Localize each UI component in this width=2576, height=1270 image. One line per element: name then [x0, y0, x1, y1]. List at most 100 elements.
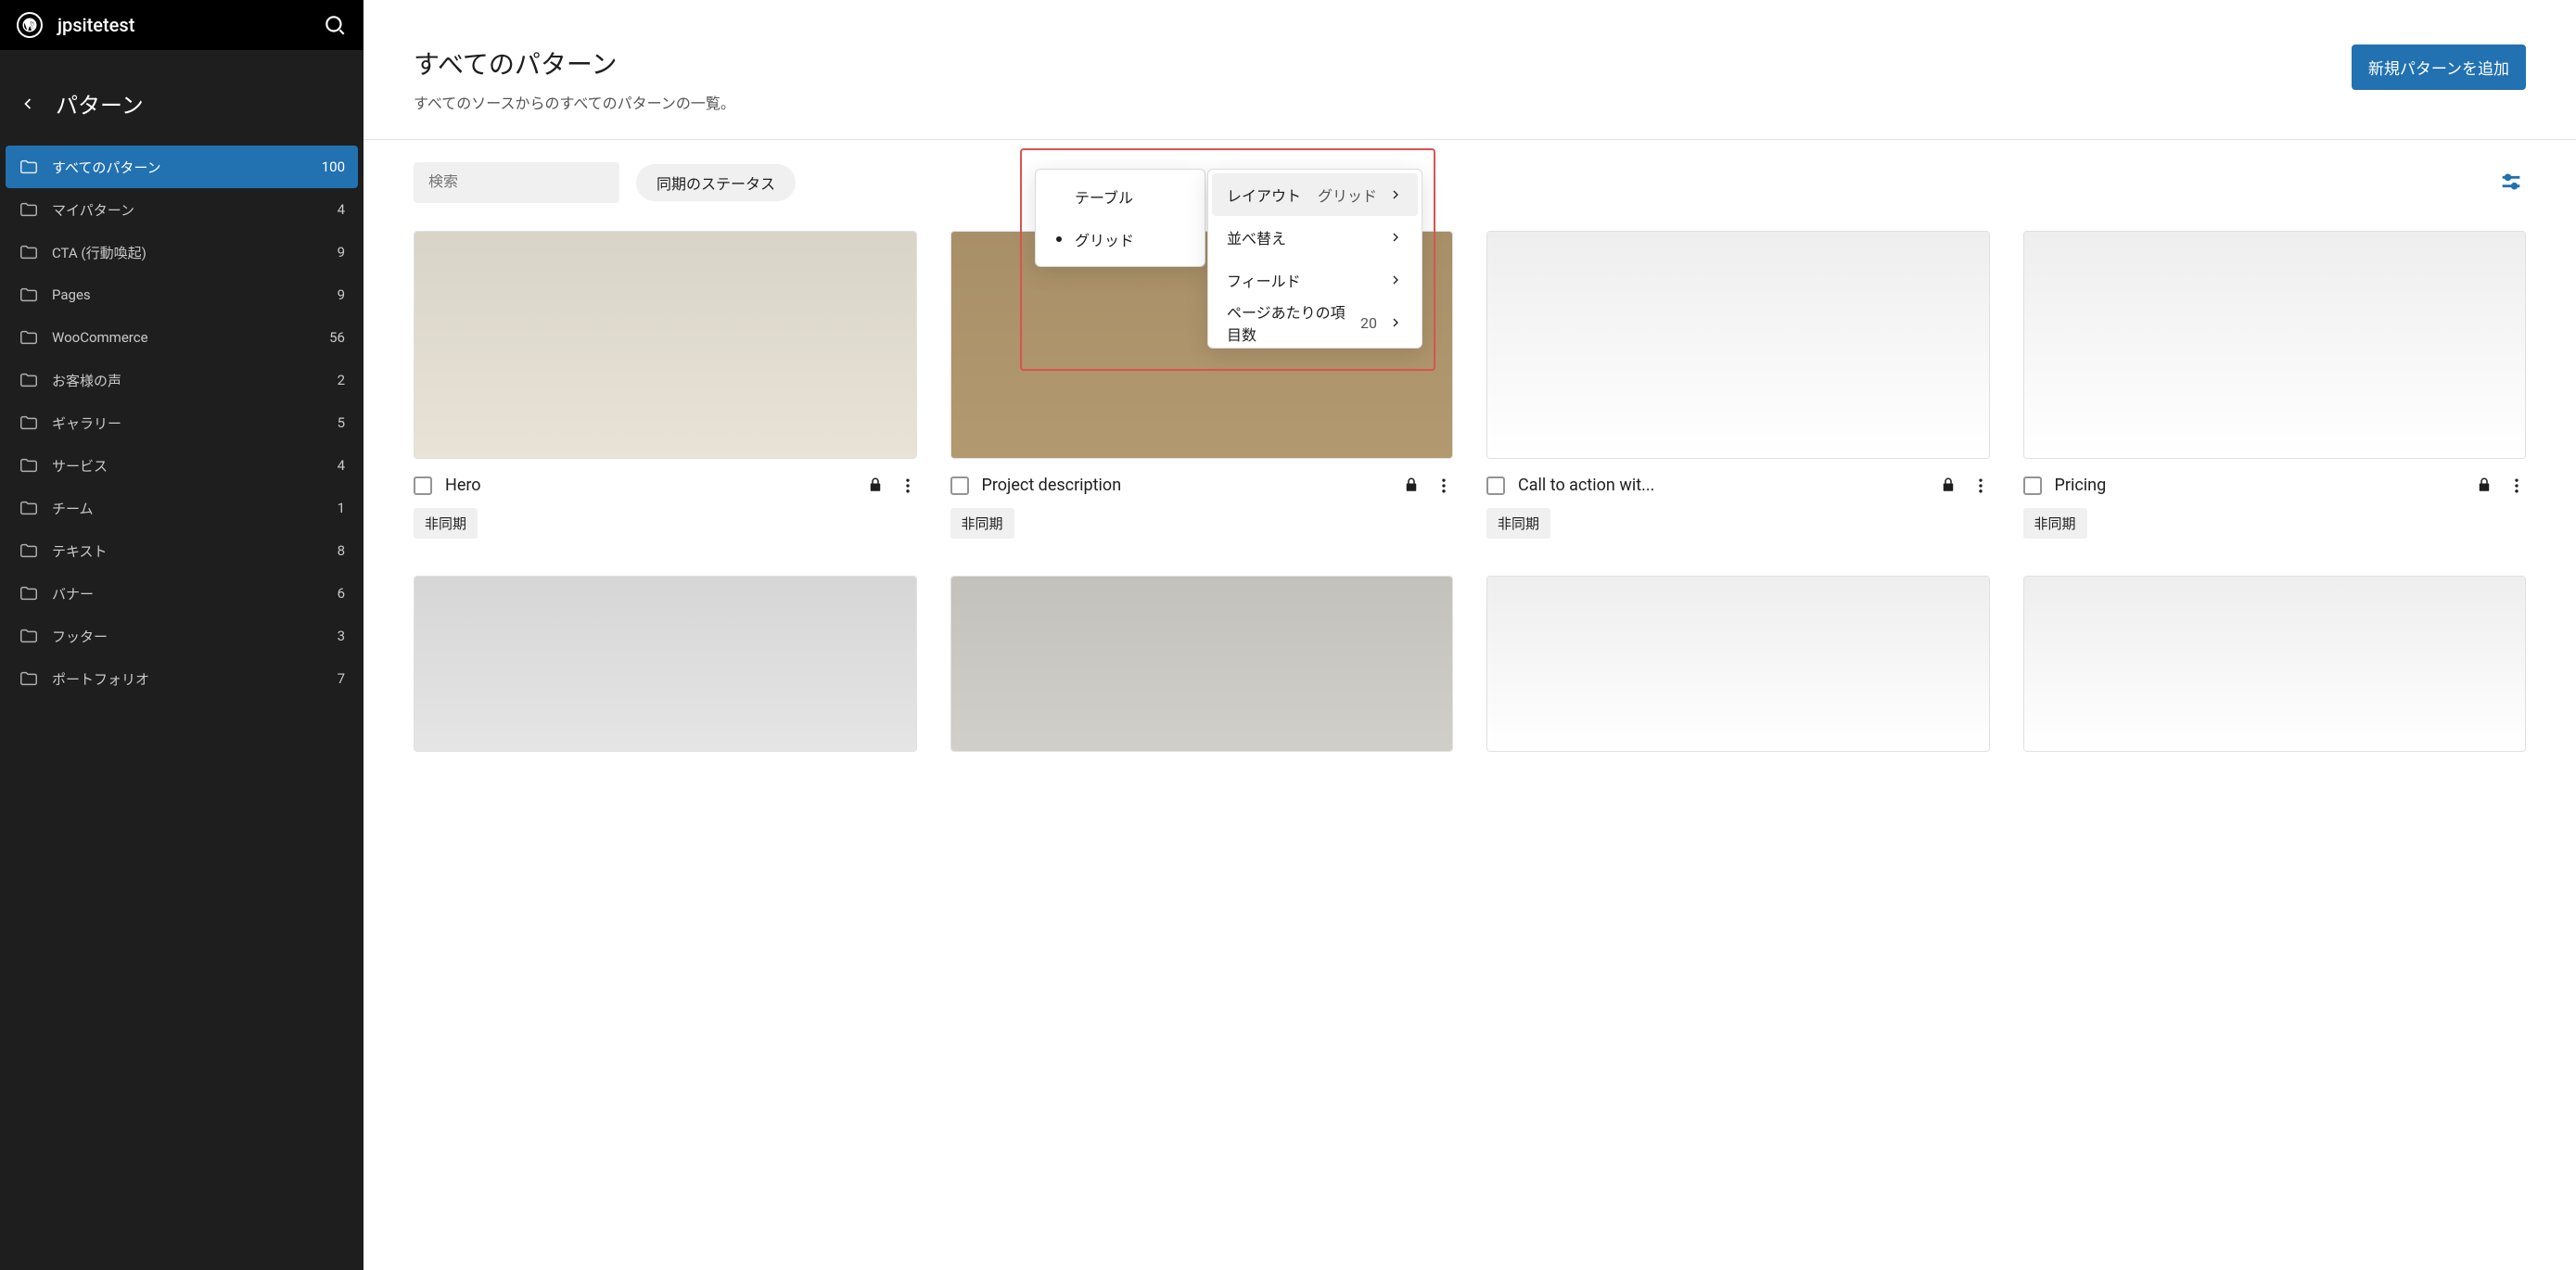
sidebar-item-count: 3 — [338, 628, 345, 644]
sidebar-item-label: CTA (行動喚起) — [52, 243, 325, 262]
sidebar-item-10[interactable]: バナー 6 — [0, 572, 363, 615]
pattern-thumbnail[interactable] — [1486, 231, 1990, 459]
sidebar-item-count: 6 — [338, 585, 345, 602]
page-subtitle: すべてのソースからのすべてのパターンの一覧。 — [414, 91, 2352, 113]
sidebar-item-label: Pages — [52, 286, 325, 303]
sync-badge: 非同期 — [950, 508, 1014, 539]
pattern-thumbnail[interactable] — [2023, 576, 2527, 752]
folder-icon — [19, 157, 39, 177]
chevron-right-icon — [1388, 187, 1403, 202]
sidebar-item-count: 4 — [338, 201, 345, 218]
pattern-title[interactable]: Call to action wit... — [1518, 476, 1927, 495]
pattern-card — [414, 576, 917, 752]
chevron-right-icon — [1388, 315, 1403, 330]
pattern-card — [2023, 576, 2527, 752]
sync-status-filter[interactable]: 同期のステータス — [636, 164, 796, 201]
sync-badge: 非同期 — [2023, 508, 2087, 539]
sidebar-item-label: WooCommerce — [52, 329, 316, 346]
sidebar-item-count: 56 — [329, 329, 345, 346]
pattern-title[interactable]: Project description — [982, 476, 1391, 495]
pattern-thumbnail[interactable] — [950, 576, 1454, 752]
sidebar-item-label: ギャラリー — [52, 413, 325, 433]
pattern-thumbnail[interactable] — [2023, 231, 2527, 459]
more-actions-button[interactable] — [899, 476, 917, 495]
sidebar-item-label: マイパターン — [52, 200, 325, 220]
sidebar-item-label: お客様の声 — [52, 371, 325, 390]
pattern-thumbnail[interactable] — [414, 576, 917, 752]
sidebar-item-count: 7 — [338, 670, 345, 687]
lock-icon — [867, 476, 886, 495]
folder-icon — [19, 626, 39, 646]
add-pattern-button[interactable]: 新規パターンを追加 — [2352, 44, 2526, 90]
view-options-menu: レイアウト グリッド 並べ替え フィールド ページあたりの項目数 20 — [1207, 169, 1422, 349]
pattern-card: Hero非同期 — [414, 231, 917, 539]
sidebar-item-2[interactable]: CTA (行動喚起) 9 — [0, 231, 363, 273]
menu-fields[interactable]: フィールド — [1212, 259, 1418, 301]
site-name[interactable]: jpsitetest — [57, 14, 308, 36]
more-actions-button[interactable] — [1971, 476, 1990, 495]
selected-dot-icon — [1056, 236, 1062, 242]
sidebar-item-12[interactable]: ポートフォリオ 7 — [0, 657, 363, 700]
folder-icon — [19, 199, 39, 220]
view-options-button[interactable] — [2498, 169, 2526, 197]
lock-icon — [1403, 476, 1422, 495]
search-icon[interactable] — [323, 13, 347, 37]
sidebar-item-label: フッター — [52, 627, 325, 646]
sidebar-item-count: 9 — [338, 244, 345, 260]
sidebar-item-4[interactable]: WooCommerce 56 — [0, 316, 363, 359]
layout-option-grid[interactable]: グリッド — [1036, 218, 1205, 260]
pattern-title[interactable]: Pricing — [2055, 476, 2464, 495]
sidebar-item-7[interactable]: サービス 4 — [0, 444, 363, 487]
pattern-thumbnail[interactable] — [1486, 576, 1990, 752]
pattern-thumbnail[interactable] — [414, 231, 917, 459]
pattern-title[interactable]: Hero — [445, 476, 854, 495]
sidebar-item-11[interactable]: フッター 3 — [0, 615, 363, 657]
folder-icon — [19, 455, 39, 476]
sidebar-item-label: チーム — [52, 499, 325, 518]
folder-icon — [19, 413, 39, 433]
select-checkbox[interactable] — [2023, 476, 2042, 495]
more-actions-button[interactable] — [1435, 476, 1453, 495]
sidebar-item-label: バナー — [52, 584, 325, 603]
lock-icon — [1940, 476, 1958, 495]
folder-icon — [19, 327, 39, 348]
lock-icon — [2476, 476, 2494, 495]
search-input-wrap[interactable] — [414, 162, 619, 203]
select-checkbox[interactable] — [414, 476, 432, 495]
sidebar-item-label: ポートフォリオ — [52, 669, 325, 689]
sidebar-item-5[interactable]: お客様の声 2 — [0, 359, 363, 401]
chevron-right-icon — [1388, 273, 1403, 287]
sidebar-item-6[interactable]: ギャラリー 5 — [0, 401, 363, 444]
sidebar-item-label: テキスト — [52, 541, 325, 561]
sidebar-item-count: 9 — [338, 286, 345, 303]
back-icon[interactable] — [19, 95, 37, 113]
sidebar-item-3[interactable]: Pages 9 — [0, 273, 363, 316]
sidebar-item-label: すべてのパターン — [52, 158, 309, 177]
sidebar-item-count: 8 — [338, 542, 345, 559]
sidebar-item-9[interactable]: テキスト 8 — [0, 529, 363, 572]
pattern-card: Pricing 非同期 — [2023, 231, 2527, 539]
sidebar-item-count: 4 — [338, 457, 345, 474]
select-checkbox[interactable] — [1486, 476, 1505, 495]
sidebar-item-0[interactable]: すべてのパターン100 — [6, 146, 358, 188]
menu-sort[interactable]: 並べ替え — [1212, 216, 1418, 259]
sidebar-item-count: 1 — [338, 500, 345, 516]
folder-icon — [19, 370, 39, 390]
sidebar-item-count: 5 — [338, 414, 345, 431]
menu-perpage[interactable]: ページあたりの項目数 20 — [1212, 301, 1418, 344]
wordpress-logo[interactable] — [17, 12, 43, 38]
pattern-card — [950, 576, 1454, 752]
search-input[interactable] — [428, 174, 620, 191]
menu-layout[interactable]: レイアウト グリッド — [1212, 173, 1418, 216]
folder-icon — [19, 668, 39, 689]
sidebar-item-count: 2 — [338, 372, 345, 388]
folder-icon — [19, 498, 39, 518]
select-checkbox[interactable] — [950, 476, 969, 495]
sidebar-item-1[interactable]: マイパターン 4 — [0, 188, 363, 231]
more-actions-button[interactable] — [2507, 476, 2526, 495]
folder-icon — [19, 583, 39, 603]
sync-badge: 非同期 — [1486, 508, 1550, 539]
sidebar-item-8[interactable]: チーム 1 — [0, 487, 363, 529]
layout-option-table[interactable]: テーブル — [1036, 175, 1205, 218]
sidebar-item-label: サービス — [52, 456, 325, 476]
